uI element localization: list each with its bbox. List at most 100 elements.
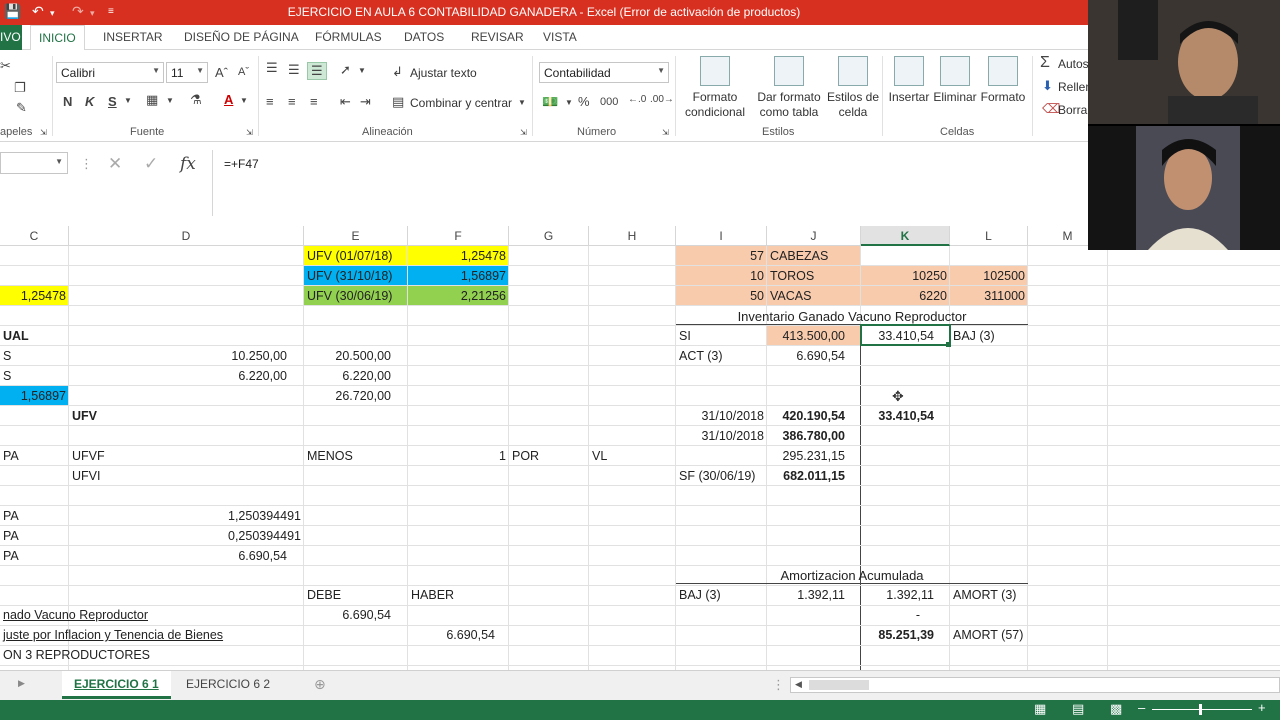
- underline-dropdown-icon[interactable]: ▼: [124, 96, 132, 105]
- font-color-icon[interactable]: A: [224, 92, 233, 107]
- wrap-text-icon[interactable]: ↲: [392, 64, 403, 80]
- cell-d9[interactable]: UFV: [69, 406, 304, 426]
- column-header-j[interactable]: J: [767, 226, 861, 246]
- insert-function-icon[interactable]: fx: [180, 154, 196, 174]
- inventory-title[interactable]: Inventario Ganado Vacuno Reproductor: [676, 306, 1028, 326]
- cell-c20[interactable]: juste por Inflacion y Tenencia de Bienes: [0, 625, 304, 645]
- column-header-d[interactable]: D: [69, 226, 304, 246]
- cell-l2[interactable]: 102500: [950, 266, 1028, 286]
- merge-center-icon[interactable]: ▤: [392, 94, 404, 110]
- cell-j12[interactable]: 682.011,15: [767, 466, 861, 486]
- orientation-dropdown-icon[interactable]: ▼: [358, 66, 366, 75]
- cell-f2[interactable]: 1,56897: [408, 266, 509, 286]
- name-box[interactable]: ▼: [0, 152, 68, 174]
- cell-c16[interactable]: PA: [0, 546, 69, 566]
- increase-indent-icon[interactable]: ⇥: [360, 94, 371, 110]
- cell-i12[interactable]: SF (30/06/19): [676, 466, 767, 486]
- cell-c14[interactable]: PA: [0, 506, 69, 526]
- scroll-sheets-icon[interactable]: ▶: [18, 678, 25, 689]
- splitter-icon[interactable]: ⋮: [772, 677, 785, 693]
- column-header-e[interactable]: E: [304, 226, 408, 246]
- currency-format-icon[interactable]: 💵: [542, 94, 558, 110]
- cell-i5[interactable]: SI: [676, 326, 767, 346]
- merge-dropdown-icon[interactable]: ▼: [518, 98, 526, 107]
- cell-j18[interactable]: 1.392,11: [767, 585, 861, 605]
- increase-decimal-icon[interactable]: ←.0: [628, 94, 646, 105]
- orientation-icon[interactable]: ➚: [340, 62, 351, 78]
- cell-l20[interactable]: AMORT (57): [950, 625, 1028, 645]
- zoom-slider-thumb[interactable]: [1199, 704, 1202, 715]
- font-launcher-icon[interactable]: ⇲: [246, 128, 253, 137]
- worksheet-grid[interactable]: UFV (01/07/18) 1,25478 57 CABEZAS UFV (3…: [0, 246, 1280, 670]
- format-as-table-button[interactable]: Dar formato como tabla: [754, 56, 824, 120]
- tab-view[interactable]: VISTA: [543, 30, 577, 44]
- cell-f11[interactable]: 1: [408, 446, 509, 466]
- column-header-g[interactable]: G: [509, 226, 589, 246]
- cell-c5[interactable]: UAL: [0, 326, 69, 346]
- insert-cells-button[interactable]: Insertar: [886, 56, 932, 105]
- cell-i9[interactable]: 31/10/2018: [676, 406, 767, 426]
- cell-c6[interactable]: S: [0, 346, 69, 366]
- cell-d14[interactable]: 1,250394491: [69, 506, 304, 526]
- cell-e19[interactable]: 6.690,54: [304, 605, 394, 625]
- delete-cells-button[interactable]: Eliminar: [932, 56, 978, 105]
- cell-d11[interactable]: UFVF: [69, 446, 304, 466]
- cell-d6[interactable]: 10.250,00: [69, 346, 290, 366]
- conditional-format-button[interactable]: Formato condicional: [680, 56, 750, 120]
- cell-c11[interactable]: PA: [0, 446, 69, 466]
- align-center-icon[interactable]: ≡: [288, 94, 296, 109]
- column-header-k[interactable]: K: [861, 226, 950, 246]
- sheet-tab-ejercicio-6-1[interactable]: EJERCICIO 6 1: [62, 671, 171, 699]
- amortization-title[interactable]: Amortizacion Acumulada: [676, 565, 1028, 585]
- cell-k20[interactable]: 85.251,39: [861, 625, 950, 645]
- tab-formulas[interactable]: FÓRMULAS: [315, 30, 382, 44]
- cell-j3[interactable]: VACAS: [767, 286, 861, 306]
- cell-c8[interactable]: 1,56897: [0, 386, 69, 406]
- cell-l3[interactable]: 311000: [950, 286, 1028, 306]
- merge-center-button[interactable]: Combinar y centrar: [410, 96, 512, 110]
- decrease-decimal-icon[interactable]: .00→: [650, 94, 674, 105]
- cell-c21[interactable]: ON 3 REPRODUCTORES: [0, 645, 304, 665]
- horizontal-scrollbar[interactable]: ◀: [790, 677, 1280, 693]
- zoom-slider[interactable]: [1152, 709, 1252, 710]
- tab-file[interactable]: IVO: [0, 25, 22, 50]
- tab-home[interactable]: INICIO: [30, 25, 85, 51]
- column-header-f[interactable]: F: [408, 226, 509, 246]
- tab-page-layout[interactable]: DISEÑO DE PÁGINA: [184, 30, 299, 44]
- align-bottom-icon[interactable]: ☰: [307, 62, 327, 80]
- font-name-combo[interactable]: Calibri ▼: [56, 62, 164, 83]
- grow-font-icon[interactable]: Aˆ: [215, 65, 228, 80]
- percent-button[interactable]: %: [578, 94, 590, 109]
- cell-styles-button[interactable]: Estilos de celda: [826, 56, 880, 120]
- cell-c15[interactable]: PA: [0, 526, 69, 546]
- cell-k9[interactable]: 33.410,54: [861, 406, 950, 426]
- cell-j6[interactable]: 6.690,54: [767, 346, 861, 366]
- font-size-combo[interactable]: 11 ▼: [166, 62, 208, 83]
- format-painter-icon[interactable]: ✎: [16, 100, 27, 116]
- cell-e8[interactable]: 26.720,00: [304, 386, 394, 406]
- align-right-icon[interactable]: ≡: [310, 94, 318, 109]
- cell-c19[interactable]: nado Vacuno Reproductor: [0, 605, 304, 625]
- decrease-indent-icon[interactable]: ⇤: [340, 94, 351, 110]
- currency-dropdown-icon[interactable]: ▼: [565, 98, 573, 107]
- cell-k3[interactable]: 6220: [861, 286, 950, 306]
- cell-e18[interactable]: DEBE: [304, 585, 408, 605]
- cell-e11[interactable]: MENOS: [304, 446, 408, 466]
- zoom-out-icon[interactable]: –: [1138, 700, 1145, 715]
- tab-data[interactable]: DATOS: [404, 30, 444, 44]
- borders-icon[interactable]: ▦: [146, 92, 158, 108]
- cell-e6[interactable]: 20.500,00: [304, 346, 394, 366]
- bold-button[interactable]: N: [63, 94, 72, 109]
- borders-dropdown-icon[interactable]: ▼: [166, 96, 174, 105]
- sheet-tab-ejercicio-6-2[interactable]: EJERCICIO 6 2: [174, 671, 282, 699]
- cell-e1[interactable]: UFV (01/07/18): [304, 246, 408, 266]
- cell-d7[interactable]: 6.220,00: [69, 366, 290, 386]
- clear-button[interactable]: Borra: [1058, 103, 1087, 117]
- align-middle-icon[interactable]: ☰: [288, 62, 300, 78]
- formula-input[interactable]: =+F47: [212, 150, 1088, 216]
- cell-c7[interactable]: S: [0, 366, 69, 386]
- cell-k19[interactable]: -: [861, 605, 950, 625]
- cell-k2[interactable]: 10250: [861, 266, 950, 286]
- italic-button[interactable]: K: [85, 94, 94, 109]
- cell-e7[interactable]: 6.220,00: [304, 366, 394, 386]
